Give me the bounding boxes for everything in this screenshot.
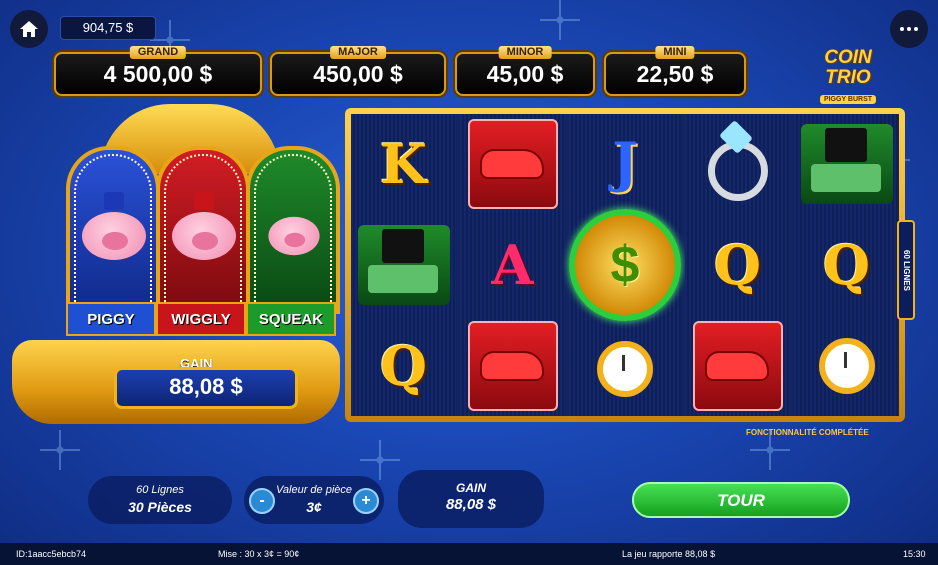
hat-money-icon xyxy=(800,124,893,205)
symbol-queen: Q xyxy=(379,333,428,398)
jackpot-label: MINOR xyxy=(498,46,552,59)
jackpot-value: 4 500,00 $ xyxy=(103,61,213,87)
pig-name: SQUEAK xyxy=(246,302,336,336)
jackpot-value: 45,00 $ xyxy=(486,61,564,87)
pig-icon xyxy=(172,192,236,260)
reel-3: J $ xyxy=(569,114,681,416)
symbol-watch xyxy=(794,315,899,416)
pig-booth-wiggly: WIGGLY xyxy=(156,146,250,336)
symbol-dollar-coin: $ xyxy=(569,209,681,321)
reel-area: K Q A J $ Q Q xyxy=(345,108,905,422)
logo-subtitle: PIGGY BURST xyxy=(819,95,877,104)
lines-tag: 60 LIGNES xyxy=(897,220,915,320)
lines-label: 60 Lignes xyxy=(136,484,184,496)
jackpot-value: 450,00 $ xyxy=(313,61,403,87)
bet-summary: Mise : 30 x 3¢ = 90¢ xyxy=(218,549,300,559)
reel-5: Q xyxy=(794,114,899,416)
reel-4: Q xyxy=(685,114,790,416)
home-icon xyxy=(20,21,38,37)
red-car-icon xyxy=(692,320,783,411)
symbol-queen: Q xyxy=(822,233,871,297)
symbol-ace: A xyxy=(491,233,534,297)
menu-button[interactable] xyxy=(890,10,928,48)
symbol-red-car xyxy=(460,114,565,215)
reel-1: K Q xyxy=(351,114,456,416)
jackpot-major: MAJOR 450,00 $ xyxy=(270,46,446,96)
dollar-coin-icon: $ xyxy=(569,209,681,321)
session-id: ID:1aacc5ebcb74 xyxy=(16,549,87,559)
increase-bet-button[interactable]: + xyxy=(353,488,379,514)
background-sparkle xyxy=(40,430,80,470)
watch-icon xyxy=(818,337,875,394)
symbol-watch xyxy=(569,321,681,416)
machine-gain-value: 88,08 $ xyxy=(169,374,243,399)
hat-money-icon xyxy=(357,225,450,305)
pig-booth-squeak: SQUEAK xyxy=(246,146,340,336)
background-sparkle xyxy=(540,0,580,40)
lines-panel: 60 Lignes 30 Pièces xyxy=(88,476,232,524)
watch-icon xyxy=(597,340,653,397)
logo-title: COIN TRIO xyxy=(824,47,872,88)
red-car-icon xyxy=(467,119,558,210)
jackpot-value: 22,50 $ xyxy=(636,61,714,87)
pig-icon xyxy=(268,216,320,256)
spin-button[interactable]: TOUR xyxy=(632,482,850,518)
jackpot-label: GRAND xyxy=(129,46,187,59)
symbol-hat-money xyxy=(794,114,899,215)
feature-complete-text: FONCTIONNALITÉ COMPLÉTÉE xyxy=(746,428,869,437)
pig-icon xyxy=(82,192,146,260)
symbol-red-car xyxy=(685,315,790,416)
machine-gain-box: 88,08 $ xyxy=(114,367,298,409)
reel-2: A xyxy=(460,114,565,416)
red-car-icon xyxy=(467,320,558,411)
symbol-diamond-ring xyxy=(685,114,790,215)
pig-name: PIGGY xyxy=(66,302,156,336)
status-bar: ID:1aacc5ebcb74 Mise : 30 x 3¢ = 90¢ La … xyxy=(0,543,938,565)
jackpot-mini: MINI 22,50 $ xyxy=(604,46,746,96)
dots-icon xyxy=(900,27,904,31)
pig-name: WIGGLY xyxy=(156,302,246,336)
jackpot-grand: GRAND 4 500,00 $ xyxy=(54,46,262,96)
symbol-red-car xyxy=(460,315,565,416)
jackpot-minor: MINOR 45,00 $ xyxy=(455,46,595,96)
background-sparkle xyxy=(360,440,400,480)
diamond-ring-icon xyxy=(707,141,768,202)
symbol-hat-money xyxy=(351,215,456,316)
jackpot-label: MAJOR xyxy=(330,46,386,59)
pig-booth-piggy: PIGGY xyxy=(66,146,160,336)
balance-display: 904,75 $ xyxy=(60,16,156,40)
coins-label: 30 Pièces xyxy=(128,499,192,515)
symbol-queen: Q xyxy=(713,233,762,297)
clock: 15:30 xyxy=(903,549,926,559)
game-logo: COIN TRIO PIGGY BURST xyxy=(800,48,896,104)
jackpot-label: MINI xyxy=(655,46,695,59)
home-button[interactable] xyxy=(10,10,48,48)
symbol-jack: J xyxy=(612,129,638,194)
decrease-bet-button[interactable]: - xyxy=(249,488,275,514)
win-summary: La jeu rapporte 88,08 $ xyxy=(622,549,716,559)
gain-value: 88,08 $ xyxy=(445,496,497,513)
gain-panel: GAIN 88,08 $ xyxy=(398,470,544,528)
symbol-king: K xyxy=(380,132,427,197)
gain-label: GAIN xyxy=(456,481,486,495)
